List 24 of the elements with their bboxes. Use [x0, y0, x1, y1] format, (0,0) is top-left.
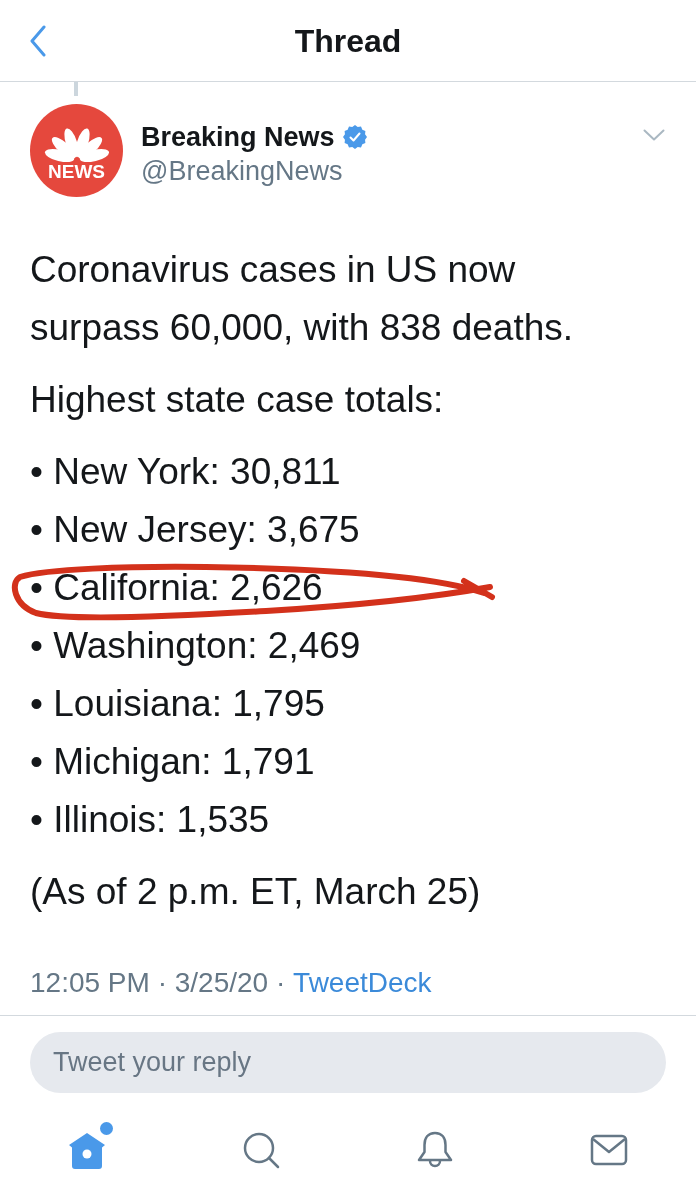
- home-icon: [67, 1130, 107, 1170]
- tweet-note: (As of 2 p.m. ET, March 25): [30, 870, 482, 914]
- author-handle[interactable]: @BreakingNews: [141, 154, 367, 188]
- more-options-button[interactable]: [642, 128, 666, 142]
- list-item: • Michigan: 1,791: [30, 741, 315, 782]
- source-link[interactable]: TweetDeck: [293, 965, 432, 1001]
- tweet-timestamp: 12:05 PM · 3/25/20 ·: [30, 966, 286, 1000]
- author-name[interactable]: Breaking News: [141, 120, 335, 154]
- list-item: • Illinois: 1,535: [30, 799, 270, 840]
- screen-title: Thread: [294, 21, 402, 61]
- tweet-text: Coronavirus cases in US now surpass 60,000, with 838 deaths.: [30, 248, 575, 350]
- reply-field[interactable]: Tweet your reply: [30, 1032, 666, 1093]
- list-heading: Highest state case totals:: [30, 378, 445, 422]
- avatar-logo-text: NEWS: [48, 161, 105, 182]
- list-item: • Louisiana: 1,795: [30, 683, 325, 724]
- list-item: • California: 2,626: [30, 567, 323, 608]
- list-item: • Washington: 2,469: [30, 625, 361, 666]
- list-item: • New York: 30,811: [30, 451, 341, 492]
- avatar[interactable]: NEWS: [30, 104, 123, 197]
- chevron-left-icon: [29, 24, 47, 57]
- bell-icon: [415, 1130, 455, 1170]
- list-item: • New Jersey: 3,675: [30, 509, 360, 550]
- chevron-down-icon: [643, 129, 665, 141]
- search-icon: [241, 1130, 281, 1170]
